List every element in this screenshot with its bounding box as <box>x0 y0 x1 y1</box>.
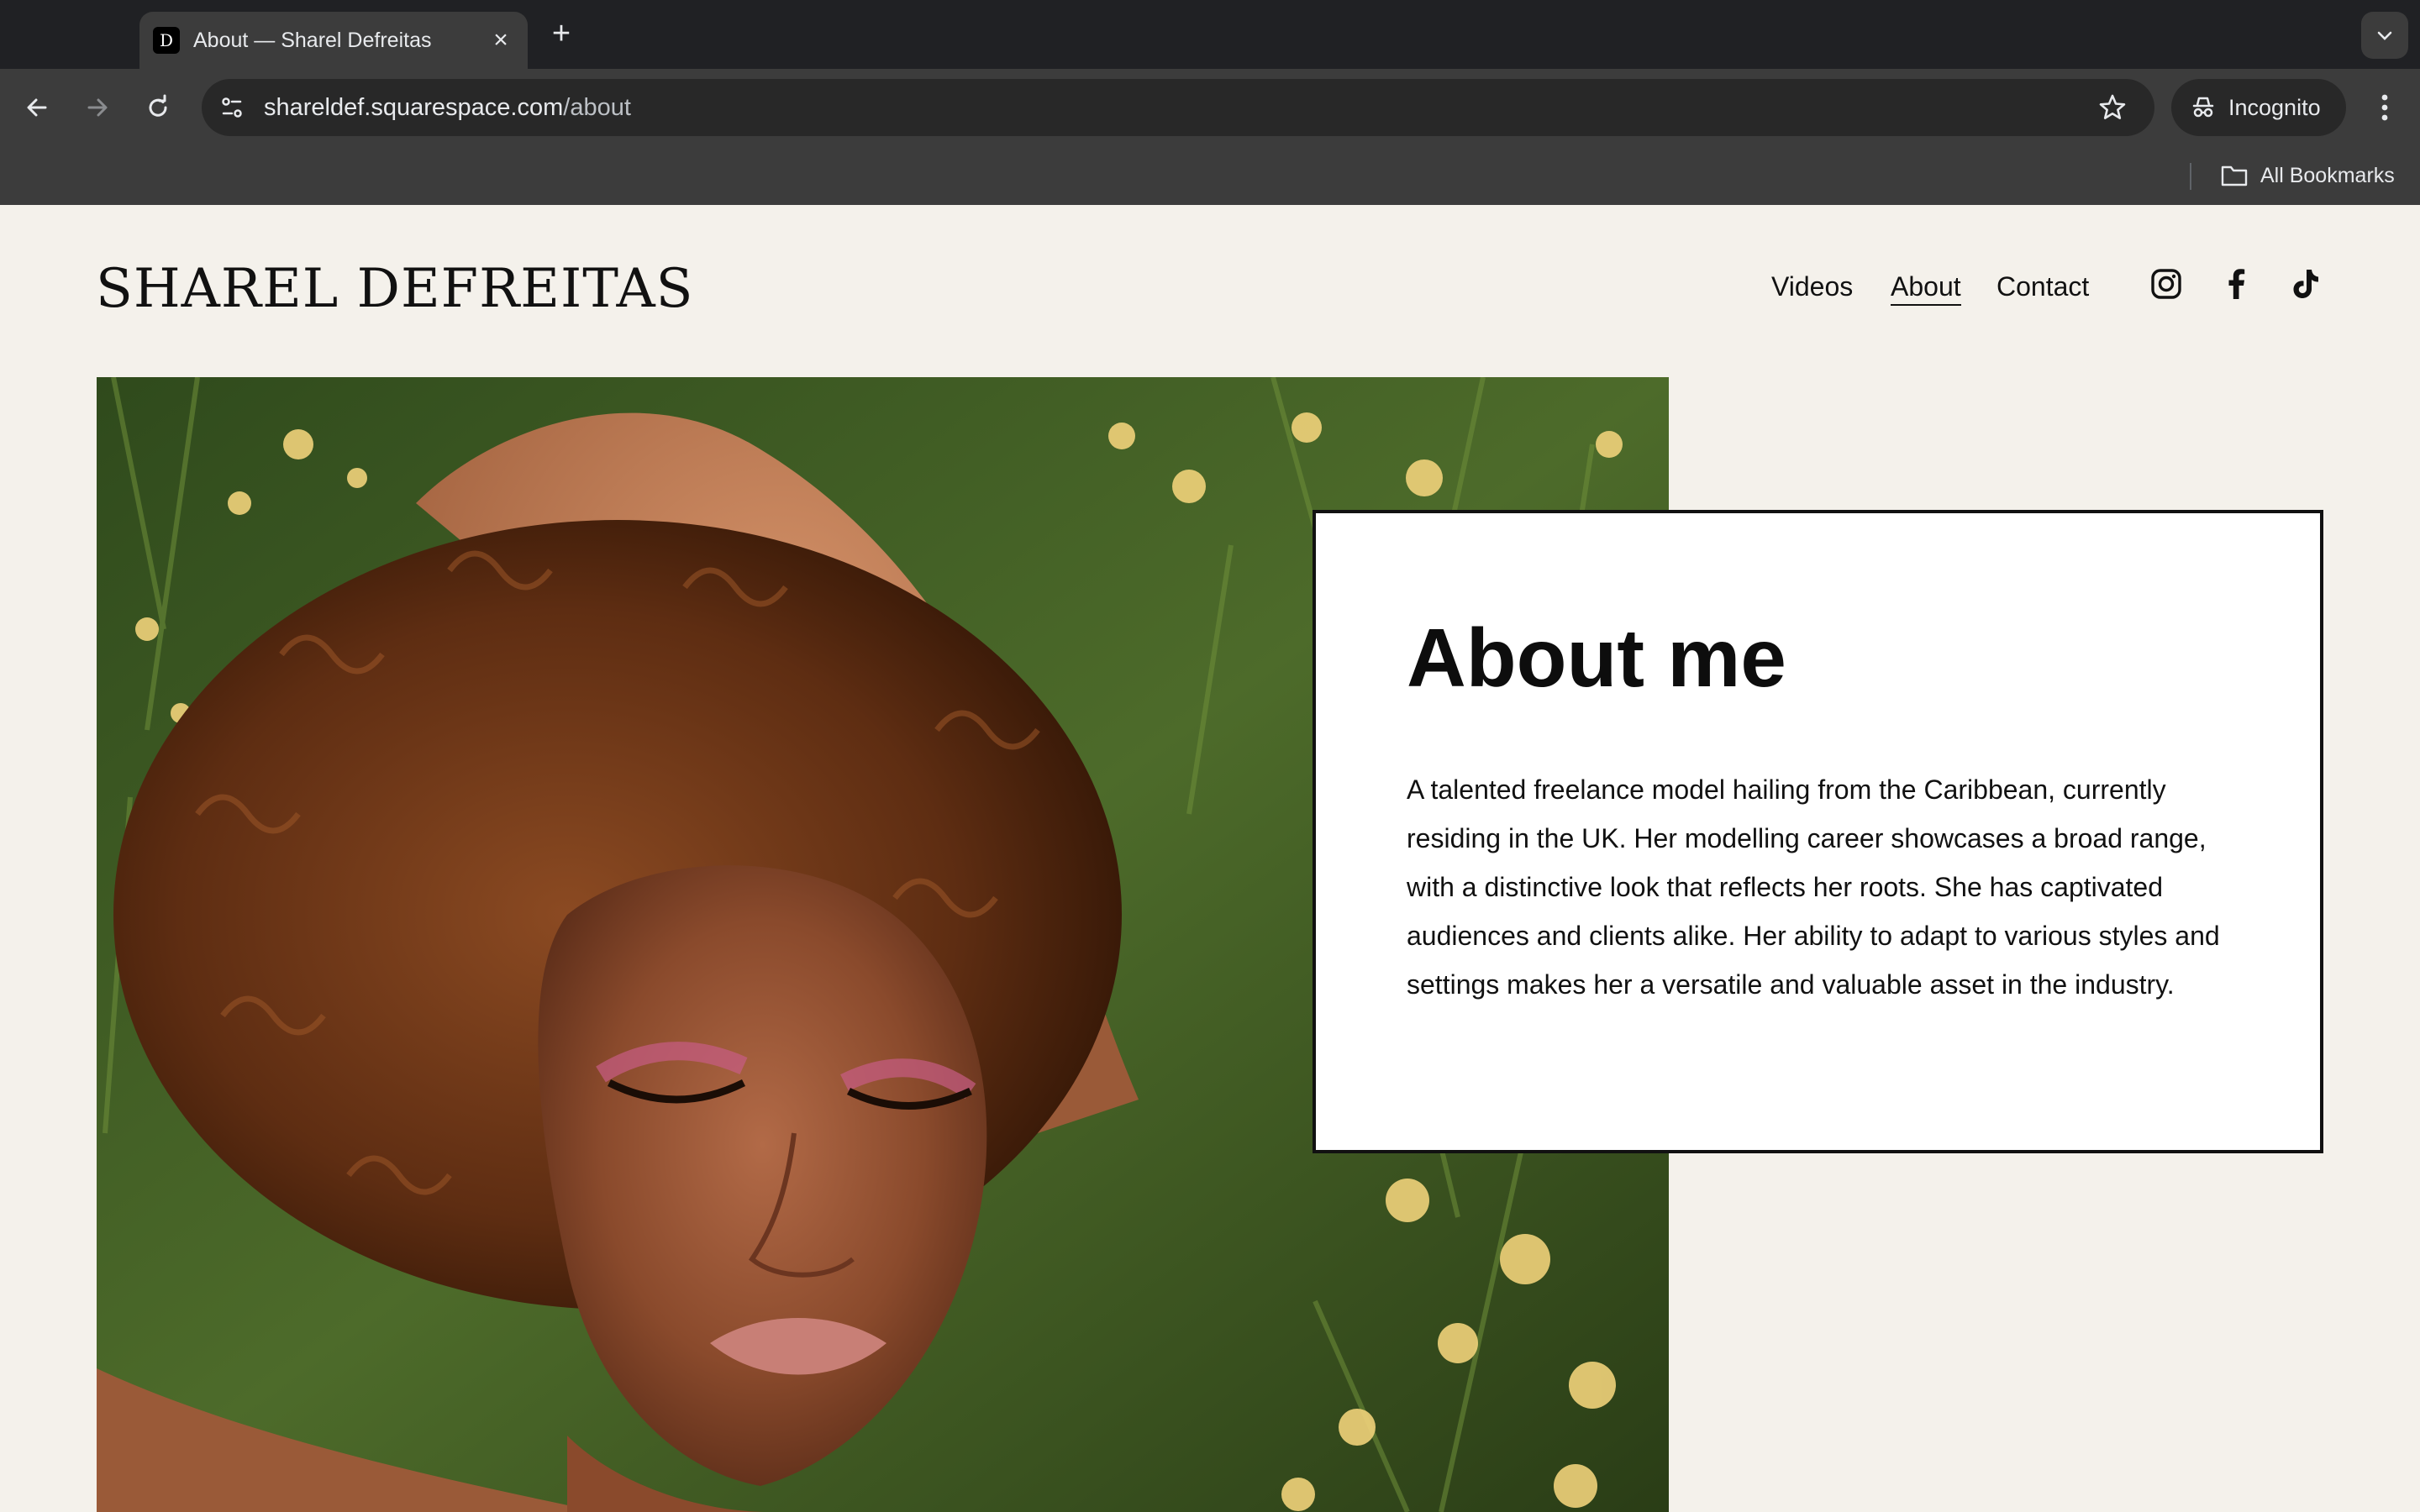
reload-button[interactable] <box>138 87 178 128</box>
site-logo[interactable]: SHAREL DEFREITAS <box>96 255 694 323</box>
bookmarks-bar: All Bookmarks <box>0 146 2420 205</box>
about-card: About me A talented freelance model hail… <box>1313 510 2323 1153</box>
incognito-indicator[interactable]: Incognito <box>2171 79 2346 136</box>
close-tab-icon[interactable]: × <box>486 25 516 55</box>
folder-icon <box>2221 165 2248 186</box>
arrow-left-icon <box>27 98 47 117</box>
more-vert-icon <box>2381 94 2388 121</box>
facebook-icon[interactable] <box>2220 267 2254 301</box>
address-bar[interactable]: shareldef.squarespace.com/about <box>202 79 2154 136</box>
forward-button[interactable] <box>77 87 118 128</box>
tab-title: About — Sharel Defreitas <box>193 29 432 52</box>
browser-tab-active[interactable]: D About — Sharel Defreitas × <box>139 12 528 69</box>
about-paragraph: A talented freelance model hailing from … <box>1407 774 2220 1000</box>
tiktok-icon[interactable] <box>2289 267 2323 301</box>
nav-link-about[interactable]: About <box>1891 269 1961 306</box>
url-host: shareldef.squarespace.com <box>264 94 564 121</box>
site-favicon-icon: D <box>153 27 180 54</box>
nav-link-contact[interactable]: Contact <box>1996 269 2089 304</box>
instagram-icon[interactable] <box>2149 267 2183 301</box>
nav-link-videos[interactable]: Videos <box>1771 269 1853 304</box>
all-bookmarks-label: All Bookmarks <box>2260 164 2395 187</box>
browser-chrome: D About — Sharel Defreitas × + shareldef… <box>0 0 2420 205</box>
chevron-down-icon <box>2377 31 2392 40</box>
page-content: SHAREL DEFREITAS Videos About Contact Ab… <box>0 205 2420 1512</box>
bookmarks-separator <box>2190 163 2191 190</box>
back-button[interactable] <box>17 87 57 128</box>
about-heading: About me <box>1407 612 1786 704</box>
incognito-icon <box>2192 97 2214 118</box>
url-path: /about <box>563 94 631 121</box>
url-text[interactable]: shareldef.squarespace.com/about <box>264 91 631 124</box>
new-tab-button[interactable]: + <box>544 17 578 50</box>
tab-search-button[interactable] <box>2361 12 2408 59</box>
bookmark-star-icon[interactable] <box>2096 91 2129 124</box>
incognito-label: Incognito <box>2228 95 2321 120</box>
tab-strip: D About — Sharel Defreitas × + <box>0 0 2420 69</box>
browser-menu-button[interactable] <box>2368 87 2402 128</box>
browser-toolbar: shareldef.squarespace.com/about Incognit… <box>0 69 2420 146</box>
arrow-right-icon <box>87 98 108 117</box>
site-info-icon[interactable] <box>215 91 249 124</box>
reload-icon <box>149 94 167 117</box>
